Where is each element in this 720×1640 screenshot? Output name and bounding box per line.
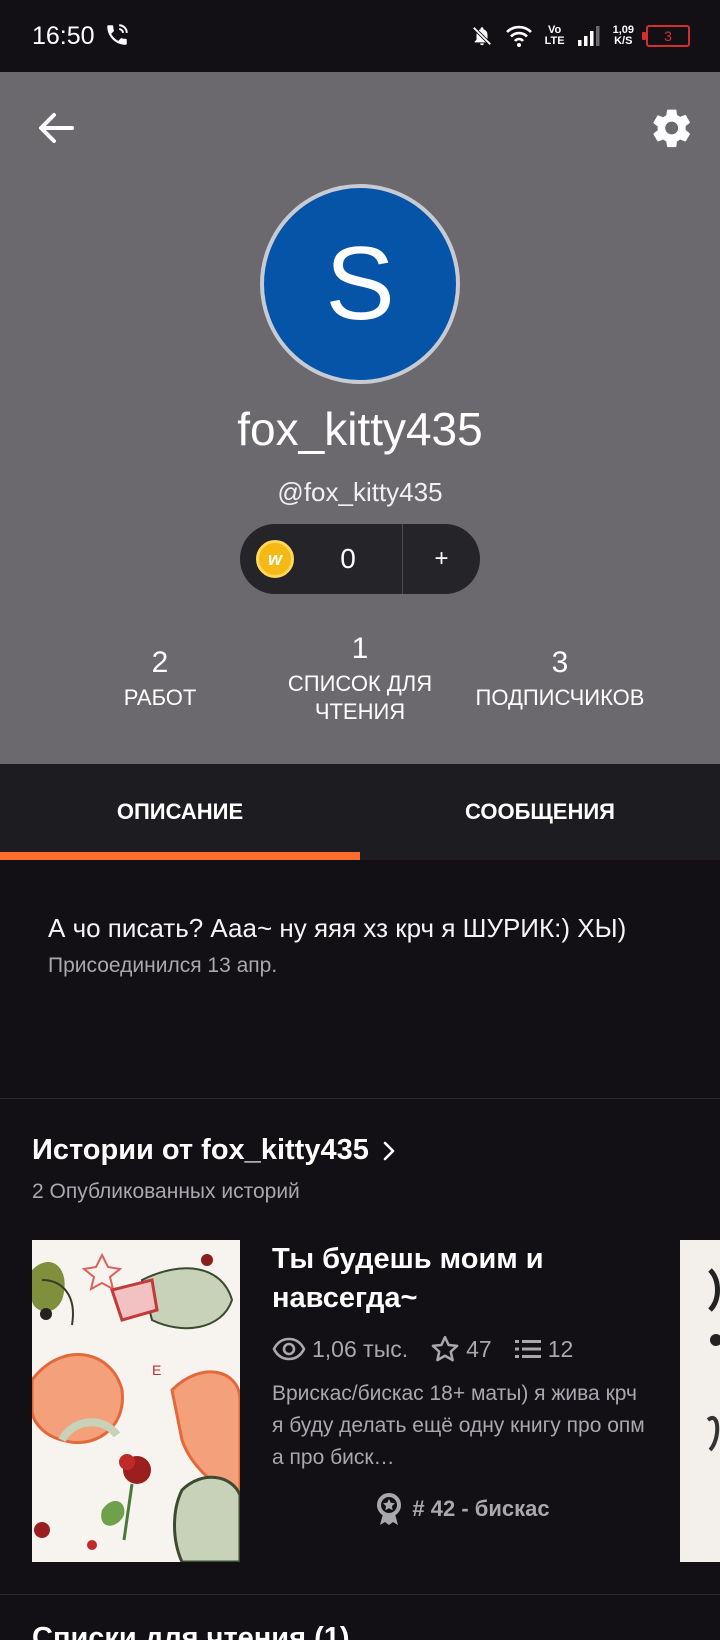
status-icons: Vo LTE 1,09 K/S 3 (471, 20, 690, 52)
bio-text: А чо писать? Ааа~ ну яяя хз крч я ШУРИК:… (48, 913, 627, 943)
story-description: Врискас/бискас 18+ маты) я жива крч я бу… (272, 1382, 645, 1469)
phone-call-icon (107, 24, 128, 45)
stat-value: 3 (551, 646, 569, 679)
stat-works[interactable]: 2 РАБОТ (60, 646, 260, 712)
display-name: fox_kitty435 (237, 403, 483, 455)
coin-icon: w (256, 540, 294, 578)
coin-count: 0 (340, 543, 356, 574)
divider (0, 1098, 720, 1099)
story-card[interactable]: Ты будешь моим и навсегда~ 1,06 тыс. 47 (272, 1240, 652, 1526)
list-icon (514, 1340, 541, 1358)
ranking-medal-icon (377, 1493, 402, 1525)
about-section: А чо писать? Ааа~ ну яяя хз крч я ШУРИК:… (48, 910, 678, 978)
wifi-icon (505, 25, 532, 47)
story-title[interactable]: Ты будешь моим и навсегда~ (272, 1240, 652, 1318)
story-votes: 47 (430, 1334, 492, 1364)
stat-value: 1 (351, 632, 369, 665)
profile-stats: 2 РАБОТ 1 СПИСОК ДЛЯ ЧТЕНИЯ 3 ПОДПИСЧИКО… (0, 632, 720, 752)
star-icon (431, 1335, 459, 1362)
network-speed-unit: K/S (614, 35, 633, 47)
story-parts: 12 (514, 1335, 574, 1363)
stat-label: ПОДПИСЧИКОВ (475, 685, 645, 710)
bell-off-icon (472, 26, 492, 46)
avatar[interactable]: S (260, 184, 460, 384)
tab-about[interactable]: ОПИСАНИЕ (0, 764, 360, 860)
stat-value: 2 (151, 646, 169, 679)
profile-header: S fox_kitty435 @fox_kitty435 w 0 + 2 РАБ… (0, 72, 720, 764)
stat-label: РАБОТ (123, 685, 197, 710)
avatar-letter: S (325, 226, 395, 342)
svg-text:E: E (152, 1362, 161, 1378)
add-coins-button[interactable]: + (403, 545, 480, 573)
chevron-right-icon (383, 1141, 395, 1160)
story-views: 1,06 тыс. (272, 1336, 408, 1363)
profile-tabs: ОПИСАНИЕ СООБЩЕНИЯ (0, 764, 720, 860)
stat-followers[interactable]: 3 ПОДПИСЧИКОВ (460, 646, 660, 712)
volte-bottom: LTE (544, 35, 565, 47)
story-stats: 1,06 тыс. 47 12 (272, 1334, 652, 1364)
joined-date: Присоединился 13 апр. (48, 954, 278, 977)
divider (0, 1594, 720, 1595)
stories-title-text: Истории от fox_kitty435 (32, 1134, 369, 1166)
stories-count: 2 Опубликованных историй (32, 1180, 300, 1203)
stories-section-title[interactable]: Истории от fox_kitty435 (32, 1134, 397, 1167)
battery-icon: 3 (642, 25, 690, 47)
reading-lists-section-title[interactable]: Списки для чтения (1) (32, 1622, 350, 1640)
story-rank-badge[interactable]: # 42 - бискас (272, 1492, 652, 1526)
story-cover-image-next[interactable] (680, 1240, 720, 1562)
votes-count: 47 (466, 1335, 492, 1362)
volte-icon: Vo LTE (545, 25, 565, 47)
tab-messages[interactable]: СООБЩЕНИЯ (360, 764, 720, 860)
network-speed: 1,09 K/S (613, 25, 634, 47)
username-handle: @fox_kitty435 (277, 477, 443, 507)
coins-wallet: w 0 + (240, 524, 480, 594)
gear-icon[interactable] (650, 106, 694, 150)
status-time: 16:50 (32, 22, 95, 50)
status-bar: 16:50 Vo LTE 1,09 K/S 3 (0, 0, 720, 72)
story-cover-image[interactable]: E (32, 1240, 240, 1562)
stat-reading-lists[interactable]: 1 СПИСОК ДЛЯ ЧТЕНИЯ (270, 632, 450, 726)
views-count: 1,06 тыс. (312, 1335, 409, 1362)
battery-level: 3 (664, 28, 672, 44)
eye-icon (272, 1337, 306, 1361)
rank-text: # 42 - бискас (412, 1496, 550, 1521)
stat-label: СПИСОК ДЛЯ ЧТЕНИЯ (287, 671, 433, 724)
active-tab-indicator (0, 852, 360, 860)
back-arrow-icon[interactable] (36, 108, 76, 148)
signal-icon (577, 26, 600, 46)
parts-count: 12 (547, 1335, 574, 1362)
